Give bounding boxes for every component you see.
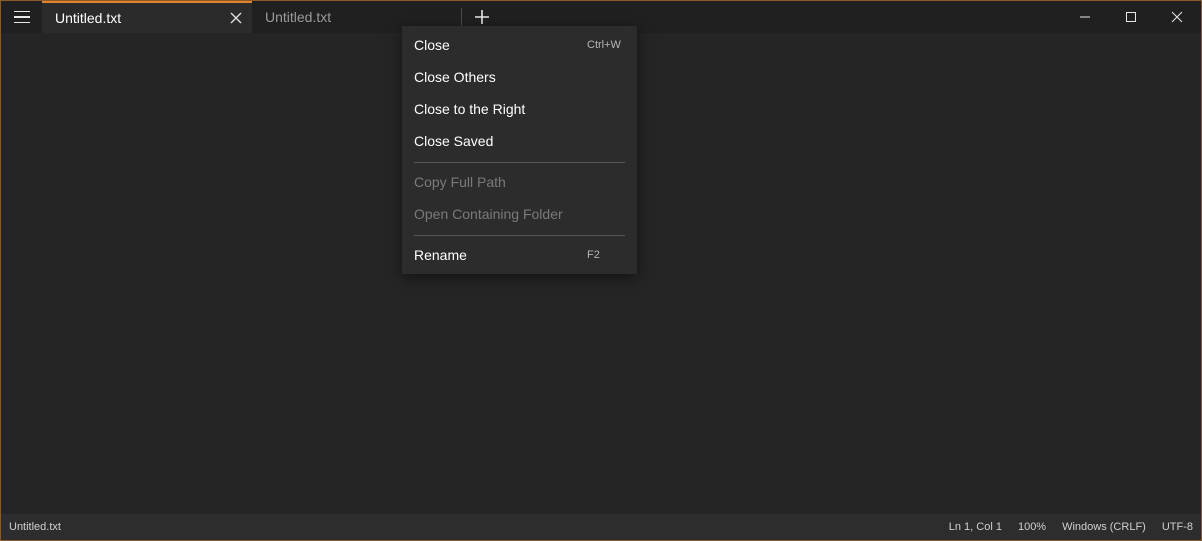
close-icon	[1171, 11, 1183, 22]
hamburger-icon	[13, 9, 30, 26]
minimize-icon	[1080, 16, 1090, 17]
status-bar: Untitled.txt Ln 1, Col 1 100% Windows (C…	[1, 514, 1201, 540]
menu-item-label: Close to the Right	[414, 101, 526, 117]
menu-item-label: Close Saved	[414, 133, 494, 149]
status-line-ending[interactable]: Windows (CRLF)	[1054, 521, 1154, 533]
menu-item-close[interactable]: Close Ctrl+W	[402, 29, 637, 61]
minimize-button[interactable]	[1062, 0, 1108, 33]
menu-item-label: Close	[414, 37, 450, 53]
menu-item-open-containing-folder[interactable]: Open Containing Folder	[402, 198, 637, 230]
status-cursor-position[interactable]: Ln 1, Col 1	[941, 521, 1010, 533]
menu-item-label: Copy Full Path	[414, 174, 506, 190]
menu-item-rename[interactable]: Rename F2	[402, 239, 637, 271]
status-file-name[interactable]: Untitled.txt	[9, 521, 61, 533]
tab-untitled-active[interactable]: Untitled.txt	[42, 1, 252, 33]
menu-item-label: Open Containing Folder	[414, 206, 563, 222]
menu-item-close-to-right[interactable]: Close to the Right	[402, 93, 637, 125]
status-right-group: Ln 1, Col 1 100% Windows (CRLF) UTF-8	[941, 514, 1201, 540]
status-encoding[interactable]: UTF-8	[1154, 521, 1201, 533]
menu-item-label: Rename	[414, 247, 467, 263]
tab-label: Untitled.txt	[55, 10, 122, 26]
window-close-button[interactable]	[1154, 0, 1200, 33]
menu-separator	[414, 235, 625, 236]
menu-item-shortcut: F2	[587, 249, 600, 261]
menu-item-label: Close Others	[414, 69, 496, 85]
new-tab-button[interactable]	[471, 6, 493, 28]
maximize-icon	[1126, 11, 1136, 22]
menu-item-close-others[interactable]: Close Others	[402, 61, 637, 93]
plus-icon	[475, 10, 489, 24]
status-zoom[interactable]: 100%	[1010, 521, 1054, 533]
tab-context-menu: Close Ctrl+W Close Others Close to the R…	[402, 26, 637, 274]
close-icon[interactable]	[228, 10, 244, 26]
main-menu-button[interactable]	[1, 1, 42, 33]
maximize-button[interactable]	[1108, 0, 1154, 33]
tab-label: Untitled.txt	[265, 9, 332, 25]
menu-item-copy-full-path[interactable]: Copy Full Path	[402, 166, 637, 198]
menu-item-close-saved[interactable]: Close Saved	[402, 125, 637, 157]
tab-separator	[461, 8, 462, 26]
menu-item-shortcut: Ctrl+W	[587, 39, 621, 51]
menu-separator	[414, 162, 625, 163]
